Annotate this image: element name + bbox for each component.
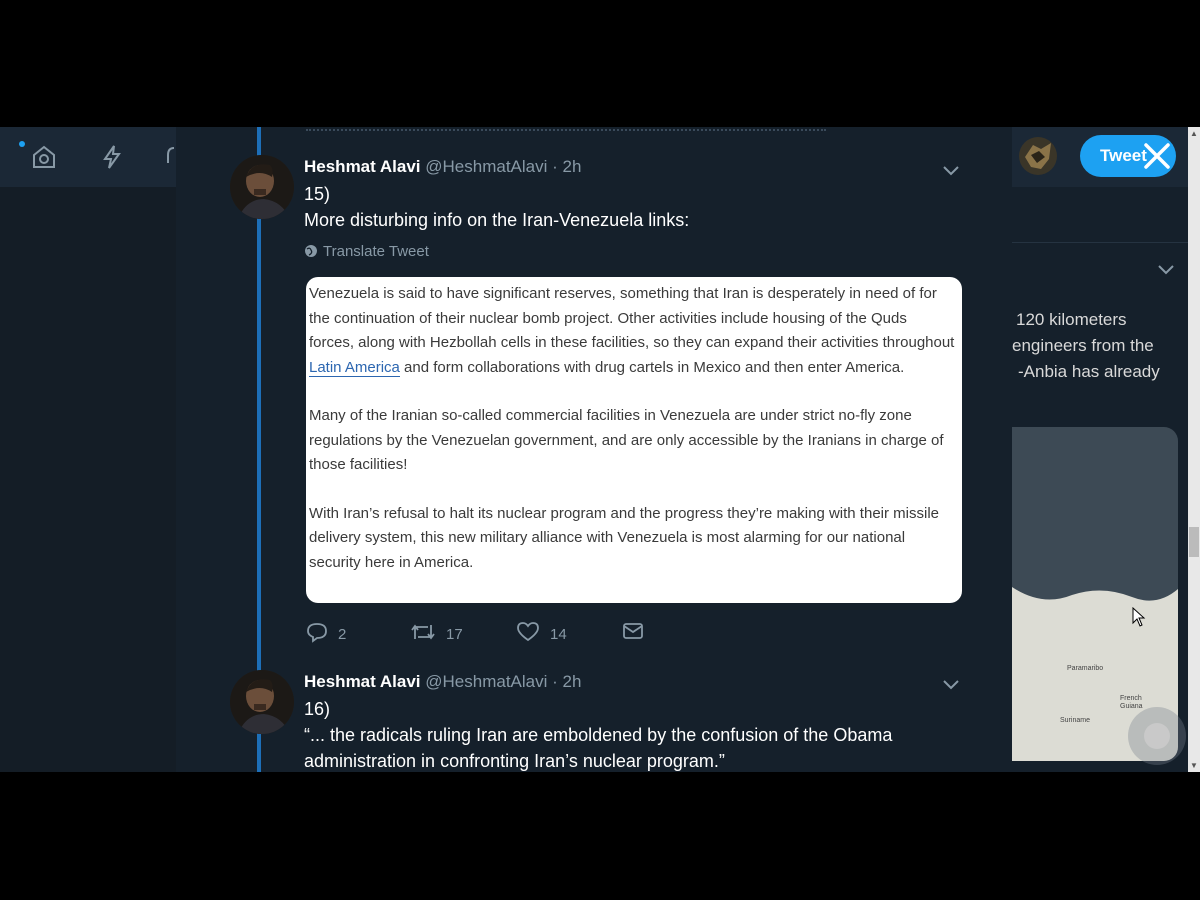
tweet-text: “... the radicals ruling Iran are embold…	[304, 725, 893, 745]
card-text: and form collaborations with drug cartel…	[399, 358, 905, 376]
text-image-content: Venezuela is said to have significant re…	[306, 282, 956, 599]
tweet-text: administration in confronting Iran’s nuc…	[304, 751, 725, 771]
scroll-up-icon[interactable]: ▲	[1190, 129, 1198, 138]
moments-lightning-icon[interactable]	[98, 143, 126, 171]
card-text: Venezuela is said to have significant re…	[309, 285, 955, 351]
tweet-header: Heshmat Alavi @HeshmatAlavi · 2h	[304, 157, 581, 177]
sidebar-line: engineers from the	[1012, 336, 1154, 355]
like-button[interactable]: 14	[516, 621, 567, 643]
sidebar-line: 120 kilometers	[1016, 310, 1127, 329]
profile-avatar[interactable]	[1019, 137, 1057, 175]
author-handle[interactable]: @HeshmatAlavi	[425, 157, 547, 176]
tweet-time[interactable]: · 2h	[552, 672, 581, 691]
retweet-button[interactable]: 17	[410, 621, 463, 643]
coastline	[1012, 577, 1178, 601]
map-label: Suriname	[1060, 717, 1090, 724]
letterbox-top	[0, 0, 1200, 127]
direct-message-button[interactable]	[622, 621, 654, 641]
card-paragraph: Many of the Iranian so-called commercial…	[309, 407, 944, 473]
retweet-count: 17	[446, 626, 463, 643]
card-link: Latin America	[309, 358, 400, 377]
like-count: 14	[550, 626, 567, 643]
letterbox-bottom	[0, 772, 1200, 900]
divider	[1012, 242, 1188, 243]
retweet-icon	[411, 624, 435, 640]
translate-link[interactable]: Translate Tweet	[304, 243, 429, 260]
envelope-icon	[623, 623, 643, 639]
sidebar-tweet-text: 120 kilometers engineers from the -Anbia…	[1012, 307, 1188, 385]
tweet-header: Heshmat Alavi @HeshmatAlavi · 2h	[304, 672, 581, 692]
author-name[interactable]: Heshmat Alavi	[304, 157, 421, 176]
mouse-cursor-icon	[1132, 607, 1146, 627]
scrollbar-thumb[interactable]	[1189, 527, 1199, 557]
chevron-down-icon[interactable]	[940, 673, 962, 695]
card-paragraph: With Iran’s refusal to halt its nuclear …	[309, 504, 939, 571]
translate-label: Translate Tweet	[323, 243, 429, 260]
heart-icon	[517, 622, 539, 642]
scrollbar[interactable]: ▲ ▼	[1188, 127, 1200, 772]
home-icon[interactable]	[30, 143, 58, 171]
floating-action-button[interactable]	[1128, 707, 1186, 765]
tweet-number: 16)	[304, 699, 331, 719]
tweet-text: More disturbing info on the Iran-Venezue…	[304, 210, 690, 230]
author-name[interactable]: Heshmat Alavi	[304, 672, 421, 691]
record-icon	[1144, 723, 1170, 749]
thread-modal: Heshmat Alavi @HeshmatAlavi · 2h 15) Mor…	[176, 127, 1012, 772]
sidebar-line: -Anbia has already	[1018, 362, 1160, 381]
chevron-down-icon[interactable]	[1154, 257, 1178, 281]
author-avatar[interactable]	[230, 670, 294, 734]
reply-button[interactable]: 2	[306, 621, 346, 643]
notification-dot	[19, 141, 25, 147]
tweet-time[interactable]: · 2h	[552, 157, 581, 176]
screen: Tweet 120 kilometers engineers from the …	[0, 127, 1200, 772]
text-image-card[interactable]: Venezuela is said to have significant re…	[306, 277, 962, 603]
tweet-number: 15)	[304, 184, 331, 204]
previous-tweet-actions	[306, 127, 826, 131]
reply-count: 2	[338, 626, 347, 643]
map-label: Paramaribo	[1067, 665, 1104, 672]
globe-icon	[305, 245, 317, 257]
right-column: 120 kilometers engineers from the -Anbia…	[1012, 187, 1188, 772]
chevron-down-icon[interactable]	[940, 159, 962, 181]
scroll-down-icon[interactable]: ▼	[1190, 761, 1198, 770]
card-paragraph: Venezuela is said to have significant re…	[306, 282, 956, 380]
reply-icon	[307, 623, 327, 643]
author-avatar[interactable]	[230, 155, 294, 219]
author-handle[interactable]: @HeshmatAlavi	[425, 672, 547, 691]
close-icon[interactable]	[1140, 139, 1174, 173]
